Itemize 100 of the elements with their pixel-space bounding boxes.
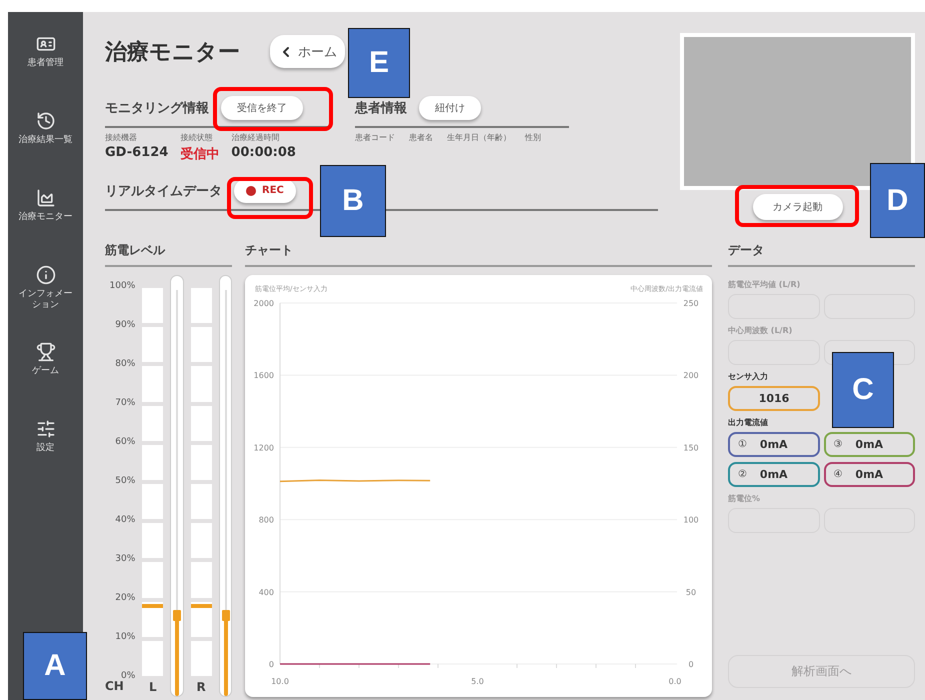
meter-segment: [190, 444, 212, 480]
axis-tick-label: 1600: [254, 371, 274, 380]
section-heading: モニタリング情報: [105, 100, 209, 116]
axis-tick-label: 10.0: [271, 677, 289, 686]
field-value: GD-6124: [105, 145, 168, 160]
axis-tick-label: 100: [683, 516, 699, 525]
sidebar-icon: [36, 111, 56, 131]
axis-tick-label: 250: [683, 299, 699, 308]
stop-receiving-button[interactable]: 受信を終了: [221, 96, 303, 120]
field-value: 0mA: [855, 468, 884, 481]
meter-segment: [190, 484, 212, 520]
scale-label: 40%: [115, 515, 136, 525]
scale-label: 70%: [115, 398, 136, 408]
meter-segment: [190, 288, 212, 324]
axis-label: CH: [105, 679, 125, 693]
meter-segment: [142, 288, 164, 324]
field-label: 生年月日（年齢）: [447, 132, 511, 143]
meter-segment: [190, 406, 212, 441]
scale-label: 80%: [115, 359, 136, 369]
sidebar-item[interactable]: 設定: [8, 419, 83, 496]
section-heading: 筋電レベル: [105, 242, 232, 267]
meter-segment: [142, 444, 164, 480]
meter-segment: [142, 562, 164, 598]
section-heading: 患者情報: [355, 100, 407, 116]
annotation-label: C: [832, 352, 894, 428]
axis-tick-label: 150: [683, 443, 699, 452]
annotation-label: E: [348, 28, 410, 98]
scale-label: 20%: [115, 593, 136, 603]
axis-tick-label: 0: [268, 660, 274, 669]
annotation-label: D: [870, 163, 925, 238]
sidebar-icon: [36, 419, 56, 439]
level-slider[interactable]: [170, 275, 184, 697]
axis-tick-label: 800: [258, 516, 274, 525]
section-heading: リアルタイムデータ: [105, 182, 222, 200]
axis-tick-label: 2000: [254, 299, 274, 308]
meter-segment: [190, 327, 212, 362]
meter-segment: [142, 640, 164, 676]
sidebar-item[interactable]: インフォメーション: [8, 265, 83, 342]
page-title: 治療モニター: [105, 38, 240, 66]
sidebar-item[interactable]: 治療結果一覧: [8, 111, 83, 188]
slider-thumb[interactable]: [222, 610, 230, 622]
field-label: センサ入力: [728, 371, 769, 382]
meter-segment: [142, 406, 164, 441]
scale-label: 10%: [115, 632, 136, 642]
scale-label: 30%: [115, 554, 136, 564]
field-label: 筋電位%: [728, 493, 762, 504]
link-button[interactable]: 紐付け: [419, 96, 481, 120]
annotation-label: A: [23, 632, 87, 700]
field-value: 0mA: [855, 438, 884, 451]
field-label: 性別: [525, 132, 541, 143]
meter-segment: [142, 484, 164, 520]
field-label: 治療経過時間: [231, 132, 280, 143]
channel-number: ①: [738, 439, 747, 450]
camera-button[interactable]: カメラ起動: [752, 194, 842, 220]
section-heading: チャート: [245, 242, 712, 267]
sidebar-item[interactable]: ゲーム: [8, 342, 83, 419]
slider-thumb[interactable]: [173, 610, 182, 622]
sidebar-icon: [36, 342, 56, 362]
scale-label: 100%: [110, 281, 136, 291]
channel-label: L: [148, 680, 157, 694]
field-label: 出力電流値: [728, 417, 769, 428]
axis-tick-label: 50: [686, 588, 696, 597]
axis-tick-label: 200: [683, 371, 699, 380]
channel-number: ④: [834, 469, 842, 480]
channel-number: ③: [834, 439, 842, 450]
scale-label: 90%: [115, 320, 136, 330]
scale-label: 60%: [115, 437, 136, 447]
field-label: 患者名: [409, 132, 433, 143]
axis-tick-label: 0: [688, 660, 694, 669]
field-label: 患者コード: [355, 132, 395, 143]
field-label: 中心周波数 (L/R): [728, 325, 794, 336]
scale-label: 50%: [115, 476, 136, 486]
sidebar-icon: [36, 265, 56, 285]
field-value: 受信中: [180, 146, 220, 163]
axis-tick-label: 5.0: [471, 677, 484, 686]
field-value: 00:00:08: [231, 145, 296, 160]
value-field: 1016: [728, 386, 820, 411]
axis-tick-label: 400: [258, 588, 274, 597]
section-heading: データ: [728, 242, 915, 267]
sidebar-item[interactable]: 患者管理: [8, 34, 83, 111]
meter-segment: [142, 366, 164, 402]
scale-label: 0%: [121, 671, 136, 681]
field-label: 接続状態: [180, 132, 214, 143]
meter-segment: [142, 523, 164, 558]
annotation-label: B: [320, 165, 386, 237]
sidebar-item[interactable]: 治療モニター: [8, 188, 83, 265]
home-button[interactable]: ホーム: [270, 35, 345, 68]
sidebar-icon: [36, 188, 56, 208]
channel-number: ②: [738, 469, 747, 480]
field-label: 筋電位平均値 (L/R): [728, 279, 802, 290]
meter-segment: [190, 640, 212, 676]
field-value: 0mA: [760, 438, 788, 451]
level-slider[interactable]: [218, 275, 232, 697]
axis-tick-label: 0.0: [668, 677, 682, 686]
meter-segment: [190, 562, 212, 598]
meter-segment: [142, 327, 164, 362]
field-value: 0mA: [760, 468, 788, 481]
meter-segment: [190, 366, 212, 402]
channel-label: R: [196, 680, 206, 694]
meter-segment: [190, 523, 212, 558]
